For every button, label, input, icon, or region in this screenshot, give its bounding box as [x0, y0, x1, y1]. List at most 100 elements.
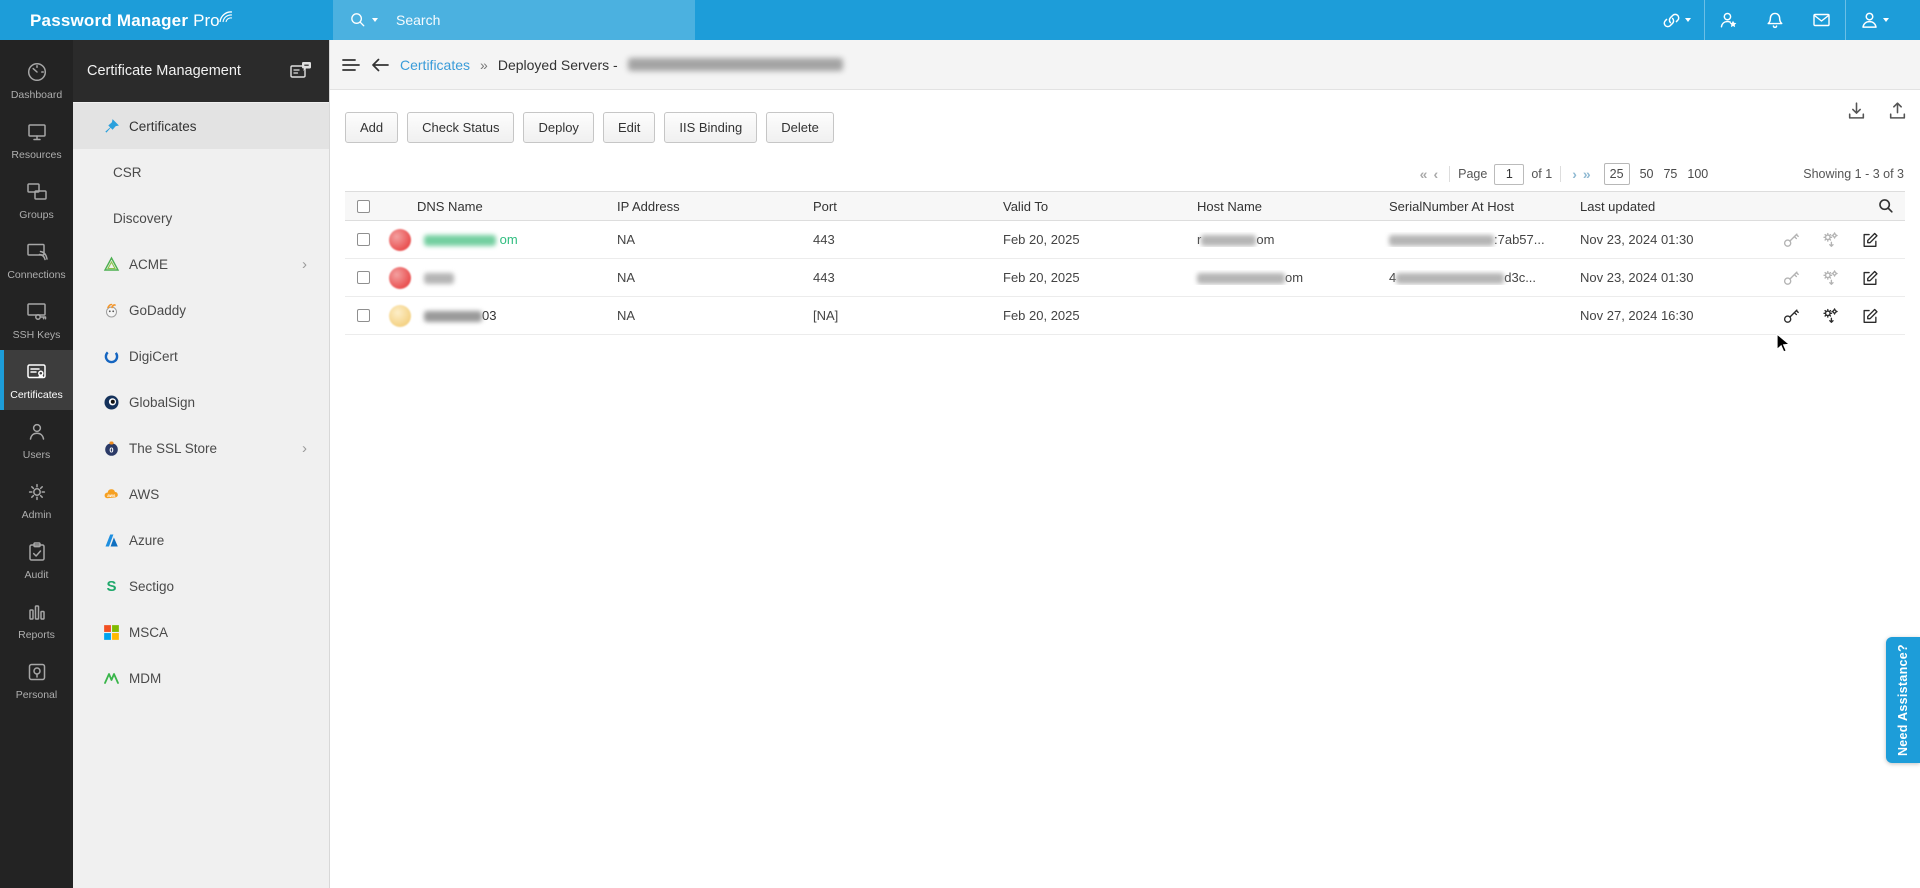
table-row[interactable]: 03 NA [NA] Feb 20, 2025 Nov 27, 2024 16:…	[345, 297, 1905, 335]
rail-item-certificates[interactable]: Certificates	[0, 350, 73, 410]
deploy-gears-icon[interactable]	[1821, 307, 1840, 325]
table-row[interactable]: NA 443 Feb 20, 2025 om 4 d3c... Nov 23, 2…	[345, 259, 1905, 297]
page-count-label: of 1	[1531, 167, 1553, 181]
godaddy-logo-icon	[106, 303, 117, 317]
col-ip-address: IP Address	[617, 198, 680, 214]
rail-label: Personal	[15, 688, 58, 701]
upload-icon[interactable]	[1887, 100, 1908, 121]
mail-button[interactable]	[1798, 0, 1845, 40]
sidebar-item-label: MSCA	[129, 624, 169, 640]
check-status-button[interactable]: Check Status	[407, 112, 515, 143]
search-icon[interactable]	[349, 11, 368, 30]
app-logo: Password Manager Pro	[0, 9, 333, 31]
sidebar-item-mdm[interactable]: MDM	[73, 655, 329, 701]
back-arrow-icon[interactable]	[370, 57, 390, 73]
rail-item-connections[interactable]: Connections	[0, 230, 73, 290]
deploy-button[interactable]: Deploy	[523, 112, 594, 143]
sidebar-item-label: DigiCert	[129, 348, 178, 364]
sidebar-item-godaddy[interactable]: GoDaddy	[73, 287, 329, 333]
rail-item-audit[interactable]: Audit	[0, 530, 73, 590]
rail-item-users[interactable]: Users	[0, 410, 73, 470]
need-assistance-tab[interactable]: Need Assistance?	[1886, 637, 1920, 763]
edit-button[interactable]: Edit	[602, 112, 656, 143]
rail-item-resources[interactable]: Resources	[0, 110, 73, 170]
key-icon[interactable]	[1782, 307, 1800, 325]
rail-item-ssh-keys[interactable]: SSH Keys	[0, 290, 73, 350]
edit-icon[interactable]	[1861, 231, 1879, 249]
chevron-right-icon[interactable]: ›	[302, 256, 307, 273]
sidebar-title: Certificate Management	[87, 63, 241, 79]
sidebar-item-msca[interactable]: MSCA	[73, 609, 329, 655]
key-icon[interactable]	[1782, 269, 1800, 287]
svg-text:0: 0	[109, 445, 113, 454]
table-search-icon[interactable]	[1877, 197, 1895, 215]
rail-item-reports[interactable]: Reports	[0, 590, 73, 650]
row-checkbox[interactable]	[357, 233, 370, 246]
sidebar-item-digicert[interactable]: DigiCert	[73, 333, 329, 379]
breadcrumb-separator: »	[480, 56, 488, 73]
sidebar-item-azure[interactable]: Azure	[73, 517, 329, 563]
manage-views-icon[interactable]	[289, 60, 313, 82]
rail-item-admin[interactable]: Admin	[0, 470, 73, 530]
page-size-100[interactable]: 100	[1687, 167, 1708, 181]
sidebar-item-discovery[interactable]: Discovery	[73, 195, 329, 241]
sidebar-item-aws[interactable]: aws AWS	[73, 471, 329, 517]
menu-toggle-icon[interactable]	[342, 58, 360, 72]
row-checkbox[interactable]	[357, 309, 370, 322]
gauge-icon	[27, 62, 46, 81]
bell-icon	[1767, 12, 1783, 28]
acme-logo-icon	[103, 256, 120, 271]
msca-logo-icon	[104, 624, 119, 640]
need-assistance-label: Need Assistance?	[1896, 643, 1910, 757]
notifications-button[interactable]	[1752, 0, 1798, 40]
table-row[interactable]: om NA 443 Feb 20, 2025 r om :7ab57... Nov…	[345, 221, 1905, 259]
breadcrumb-current: Deployed Servers -	[497, 56, 618, 73]
dns-name-link[interactable]	[424, 270, 454, 285]
azure-logo-icon	[105, 534, 118, 546]
clipboard-icon	[28, 541, 45, 561]
delete-button[interactable]: Delete	[766, 112, 834, 143]
add-button[interactable]: Add	[345, 112, 399, 143]
last-page-icon[interactable]: »	[1580, 166, 1594, 182]
edit-icon[interactable]	[1861, 269, 1879, 287]
download-icon[interactable]	[1846, 100, 1867, 121]
deploy-gears-icon[interactable]	[1821, 269, 1840, 287]
sidebar-item-acme[interactable]: ACME ›	[73, 241, 329, 287]
select-all-checkbox[interactable]	[357, 199, 370, 213]
pin-icon	[105, 118, 119, 133]
key-icon[interactable]	[1782, 231, 1800, 249]
dns-name-link[interactable]: 03	[424, 308, 496, 323]
rail-label: Dashboard	[10, 88, 63, 101]
breadcrumb-certificates-link[interactable]: Certificates	[400, 57, 470, 73]
sidebar-item-globalsign[interactable]: GlobalSign	[73, 379, 329, 425]
iis-binding-button[interactable]: IIS Binding	[664, 112, 758, 143]
sidebar-item-sectigo[interactable]: S Sectigo	[73, 563, 329, 609]
search-input[interactable]	[396, 12, 646, 28]
rail-label: Audit	[24, 568, 49, 581]
first-page-icon[interactable]: «	[1417, 166, 1431, 182]
search-scope-caret-icon[interactable]	[372, 18, 378, 22]
profile-menu-button[interactable]	[1846, 0, 1902, 40]
quick-connect-button[interactable]	[1648, 0, 1704, 40]
deploy-gears-icon[interactable]	[1821, 231, 1840, 249]
dns-name-link[interactable]: om	[424, 232, 518, 247]
page-size-25[interactable]: 25	[1603, 163, 1630, 185]
page-size-50[interactable]: 50	[1640, 167, 1654, 181]
rail-item-groups[interactable]: Groups	[0, 170, 73, 230]
sidebar-item-ssl-store[interactable]: 0 The SSL Store ›	[73, 425, 329, 471]
rail-item-dashboard[interactable]: Dashboard	[0, 50, 73, 110]
sidebar-item-certificates[interactable]: Certificates	[73, 103, 329, 149]
page-size-75[interactable]: 75	[1663, 167, 1677, 181]
edit-icon[interactable]	[1861, 307, 1879, 325]
certificate-avatar	[389, 304, 411, 327]
chevron-right-icon[interactable]: ›	[302, 440, 307, 457]
rail-item-personal[interactable]: Personal	[0, 650, 73, 710]
prev-page-icon[interactable]: ‹	[1430, 166, 1441, 182]
admin-user-button[interactable]	[1705, 0, 1752, 40]
page-number-input[interactable]	[1494, 163, 1525, 185]
sidebar-item-csr[interactable]: CSR	[73, 149, 329, 195]
next-page-icon[interactable]: ›	[1569, 166, 1580, 182]
row-checkbox[interactable]	[357, 271, 370, 284]
ssh-key-icon	[26, 302, 46, 320]
logo-text: Password Manager	[30, 11, 189, 30]
